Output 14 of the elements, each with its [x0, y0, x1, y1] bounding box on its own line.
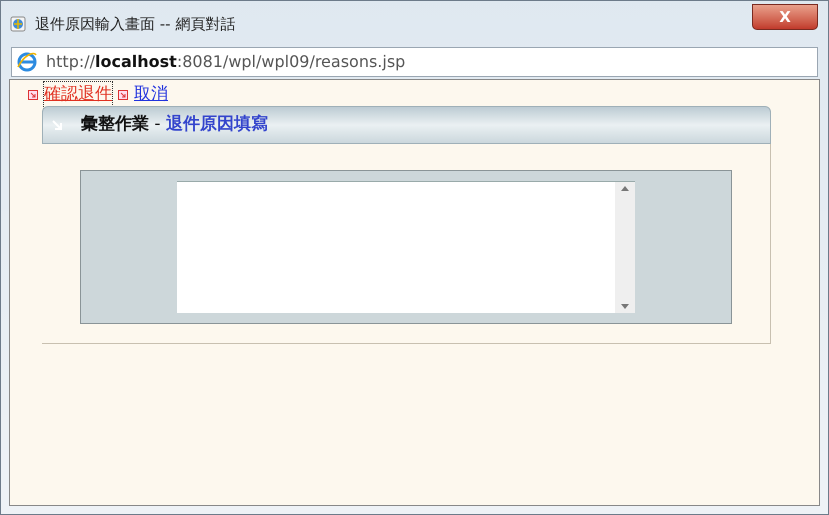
globe-page-icon: [9, 15, 27, 33]
panel-title: 彙整作業 - 退件原因填寫: [81, 113, 268, 136]
link[interactable]: 取消: [134, 82, 168, 108]
arrow-icon: [51, 119, 63, 131]
scroll-down-icon[interactable]: [621, 304, 629, 309]
bullet-icon: [28, 90, 38, 100]
close-button[interactable]: X: [752, 4, 818, 30]
bullet-icon: [118, 90, 128, 100]
url-text: http://localhost:8081/wpl/wpl09/reasons.jsp: [46, 51, 406, 73]
scroll-up-icon[interactable]: [621, 186, 629, 191]
browser-logo-icon: [16, 51, 38, 73]
window-title: 退件原因輸入畫面 -- 網頁對話: [35, 14, 236, 35]
scrollbar[interactable]: [615, 182, 635, 313]
link[interactable]: 確認退件: [44, 82, 112, 108]
